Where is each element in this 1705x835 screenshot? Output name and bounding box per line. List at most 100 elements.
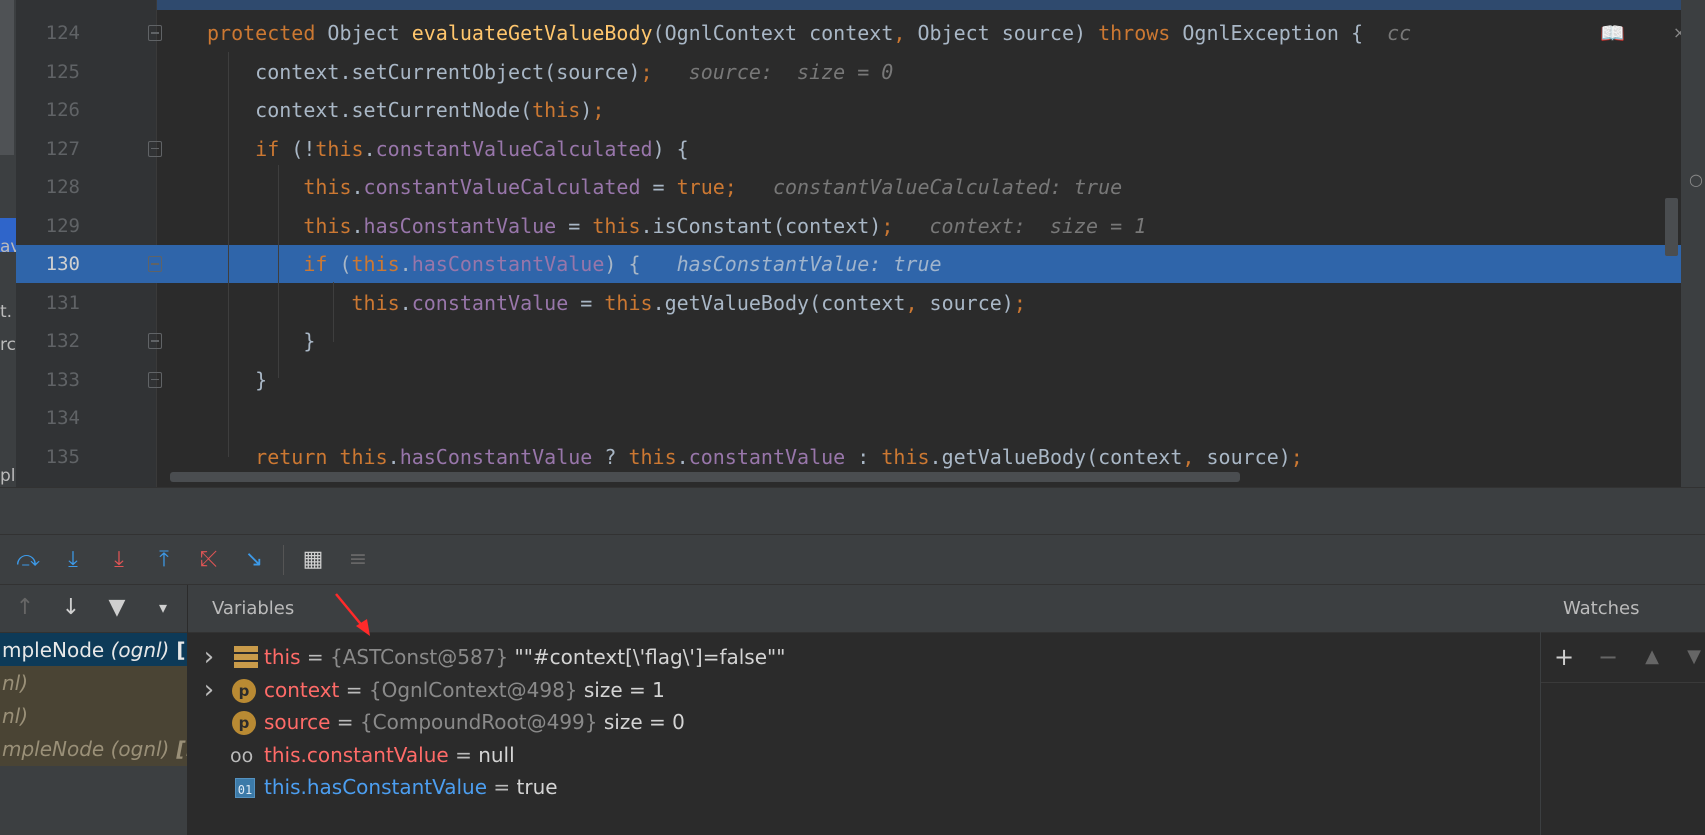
variable-name: this.constantValue — [264, 742, 449, 767]
editor-vertical-scrollbar[interactable] — [1665, 198, 1678, 256]
fold-marker-icon[interactable] — [148, 333, 162, 349]
stack-frame-item[interactable]: mpleNode (ognl) [1 — [0, 732, 187, 766]
inline-debug-value: hasConstantValue: true — [640, 252, 942, 276]
code-line[interactable]: 124 protected Object evaluateGetValueBody… — [16, 14, 1681, 52]
line-number[interactable]: 129 — [24, 207, 80, 245]
variable-row[interactable]: › p context = {OgnlContext@498} size = 1 — [188, 673, 1540, 708]
line-number[interactable]: 132 — [24, 322, 80, 360]
variable-row[interactable]: 01 this.hasConstantValue = true — [188, 770, 1540, 805]
line-number[interactable]: 130 — [24, 245, 80, 283]
code-line[interactable]: 135 return this.hasConstantValue ? this.… — [16, 438, 1681, 476]
code-editor[interactable]: av t. rc pl 124 protected Object evaluate… — [0, 0, 1705, 487]
step-over-icon[interactable]: ⤼ — [14, 546, 42, 574]
reader-mode-icon[interactable]: 📖 — [1600, 14, 1640, 52]
fold-marker-icon[interactable] — [148, 140, 162, 157]
code-line[interactable]: 129 this.hasConstantValue = this.isConst… — [16, 207, 1681, 245]
code-line[interactable]: 134 — [16, 399, 1681, 437]
code-token: evaluateGetValueBody — [411, 21, 653, 45]
add-watch-icon[interactable]: + — [1551, 643, 1577, 671]
code-text[interactable]: protected Object evaluateGetValueBody(Og… — [207, 14, 1411, 52]
variable-row[interactable]: p source = {CompoundRoot@499} size = 0 — [188, 705, 1540, 740]
code-token: this — [303, 175, 352, 199]
code-line[interactable]: 133 } — [16, 361, 1681, 399]
code-line[interactable]: 126 context.setCurrentNode(this); — [16, 91, 1681, 129]
code-token: = — [556, 213, 593, 238]
code-line[interactable]: 132 } — [16, 322, 1681, 360]
code-token: if — [255, 136, 292, 161]
indent-guide — [333, 282, 334, 342]
line-number[interactable]: 127 — [24, 130, 80, 168]
stack-frame-item[interactable]: mpleNode (ognl) [2 — [0, 633, 187, 667]
chevron-right-icon[interactable]: › — [200, 640, 218, 675]
variable-value: null — [478, 742, 515, 767]
editor-horizontal-scrollbar[interactable] — [170, 472, 1240, 482]
code-text[interactable]: context.setCurrentObject(source); source… — [207, 53, 893, 91]
trace-stream-icon[interactable]: ≡ — [344, 546, 372, 574]
code-line[interactable]: 128 this.constantValueCalculated = true;… — [16, 168, 1681, 206]
code-text[interactable]: if (this.hasConstantValue) { hasConstant… — [207, 245, 942, 283]
code-token: . — [351, 175, 364, 199]
search-icon[interactable]: ○ — [1689, 170, 1703, 189]
step-into-icon[interactable]: ⤓ — [59, 546, 87, 574]
line-number[interactable]: 125 — [24, 53, 80, 91]
code-line[interactable]: 130 if (this.hasConstantValue) { hasCons… — [16, 245, 1681, 283]
move-down-icon[interactable]: ▼ — [1681, 643, 1705, 671]
project-panel-edge: av t. rc pl — [0, 0, 20, 487]
code-token: context.setCurrentNode( — [207, 98, 533, 122]
code-text[interactable]: } — [207, 361, 267, 399]
chevron-right-icon[interactable]: › — [200, 673, 218, 708]
frame-up-icon[interactable]: ↑ — [12, 595, 38, 621]
fold-marker-icon[interactable] — [148, 256, 162, 272]
force-step-into-icon[interactable]: ⤓ — [105, 546, 133, 574]
code-token: ; — [1013, 290, 1026, 315]
code-line[interactable]: 125 context.setCurrentObject(source); so… — [16, 53, 1681, 91]
line-number[interactable]: 131 — [24, 284, 80, 322]
code-token: constantValueCalculated — [375, 136, 653, 161]
code-text[interactable]: context.setCurrentNode(this); — [207, 91, 604, 129]
code-token: } — [207, 367, 268, 392]
code-token: ; — [592, 98, 605, 122]
fold-marker-icon[interactable] — [148, 25, 162, 41]
inline-debug-value: constantValueCalculated: true — [736, 175, 1123, 199]
project-scroll-thumb[interactable] — [0, 0, 14, 155]
code-text[interactable]: } — [207, 322, 315, 360]
fold-marker-icon[interactable] — [148, 371, 162, 388]
variable-text: this.hasConstantValue = true — [264, 770, 558, 805]
code-text[interactable]: this.constantValue = this.getValueBody(c… — [207, 284, 1026, 322]
remove-watch-icon[interactable]: − — [1595, 643, 1621, 671]
code-token: = — [568, 290, 605, 315]
filter-icon[interactable]: ▼ — [104, 595, 130, 621]
variable-type: {CompoundRoot@499} — [359, 710, 598, 734]
code-token: = — [640, 175, 677, 199]
watches-panel: Watches + − ▲ ▼ — [1540, 585, 1705, 835]
line-number[interactable]: 134 — [24, 399, 80, 437]
watches-title: Watches — [1563, 598, 1640, 619]
frame-down-icon[interactable]: ↓ — [58, 595, 84, 621]
code-line[interactable]: 131 this.constantValue = this.getValueBo… — [16, 284, 1681, 322]
code-token: hasConstantValue — [363, 213, 557, 238]
code-text[interactable]: if (!this.constantValueCalculated) { — [207, 130, 689, 168]
run-to-cursor-icon[interactable]: ↘ — [240, 546, 268, 574]
move-up-icon[interactable]: ▲ — [1639, 643, 1665, 671]
code-text[interactable]: this.hasConstantValue = this.isConstant(… — [207, 207, 1146, 245]
code-token: protected — [207, 21, 328, 45]
line-number[interactable]: 126 — [24, 91, 80, 129]
stack-frame-item[interactable]: nl) — [0, 699, 187, 733]
evaluate-expression-icon[interactable]: ▦ — [299, 546, 327, 574]
code-text[interactable]: return this.hasConstantValue ? this.cons… — [207, 438, 1303, 476]
drop-frame-icon[interactable]: ⤪ — [195, 546, 223, 574]
step-out-icon[interactable]: ⤒ — [150, 546, 178, 574]
variable-row[interactable]: oo this.constantValue = null — [188, 738, 1540, 773]
line-number[interactable]: 133 — [24, 361, 80, 399]
code-text[interactable]: this.constantValueCalculated = true; con… — [207, 168, 1122, 206]
line-number[interactable]: 124 — [24, 14, 80, 52]
line-number[interactable]: 128 — [24, 168, 80, 206]
chevron-down-icon[interactable]: ▾ — [150, 595, 176, 621]
code-line[interactable]: 127 if (!this.constantValueCalculated) { — [16, 130, 1681, 168]
variable-row[interactable]: › this = {ASTConst@587} ""#context[\'flag… — [188, 640, 1540, 675]
field-icon — [234, 646, 258, 670]
stack-frame-item[interactable]: nl) — [0, 666, 187, 700]
code-token: } — [207, 329, 316, 353]
line-number[interactable]: 135 — [24, 438, 80, 476]
